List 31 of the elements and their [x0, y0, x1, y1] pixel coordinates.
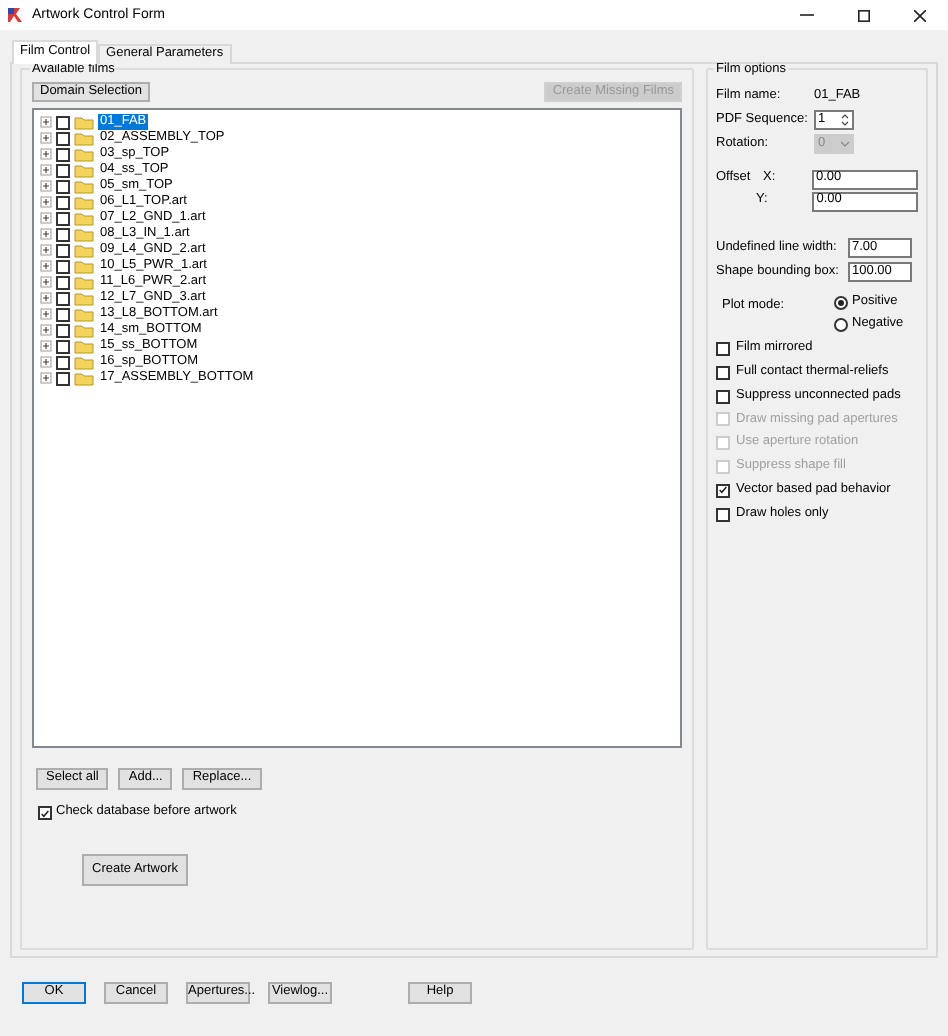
checkbox[interactable] — [56, 211, 70, 225]
checkbox[interactable] — [56, 307, 70, 321]
checkbox[interactable] — [56, 243, 70, 257]
chevron-down-icon — [840, 140, 850, 148]
checkbox[interactable] — [56, 131, 70, 145]
checkbox[interactable] — [56, 115, 70, 129]
radio-button[interactable] — [834, 296, 848, 310]
checkbox[interactable] — [56, 147, 70, 161]
checkbox[interactable] — [56, 179, 70, 193]
checkbox[interactable] — [56, 227, 70, 241]
checkbox[interactable] — [56, 371, 70, 385]
checkbox[interactable] — [38, 806, 52, 820]
checkbox[interactable] — [716, 389, 730, 404]
checkbox[interactable] — [56, 291, 70, 305]
checkbox[interactable] — [56, 339, 70, 353]
checkbox[interactable] — [56, 323, 70, 337]
app-icon — [6, 6, 24, 24]
checkbox[interactable] — [716, 483, 730, 498]
spinner-icon — [840, 112, 850, 128]
checkbox[interactable] — [716, 342, 730, 356]
radio-button[interactable] — [834, 318, 848, 332]
checkbox[interactable] — [56, 259, 70, 273]
checkbox[interactable] — [56, 163, 70, 177]
checkbox[interactable] — [56, 355, 70, 369]
checkbox[interactable] — [716, 507, 730, 522]
maximize-icon — [858, 9, 870, 21]
checkbox[interactable] — [56, 275, 70, 289]
checkbox[interactable] — [56, 195, 70, 209]
minimize-icon — [800, 14, 814, 16]
checkbox[interactable] — [716, 365, 730, 380]
close-icon — [914, 9, 926, 21]
